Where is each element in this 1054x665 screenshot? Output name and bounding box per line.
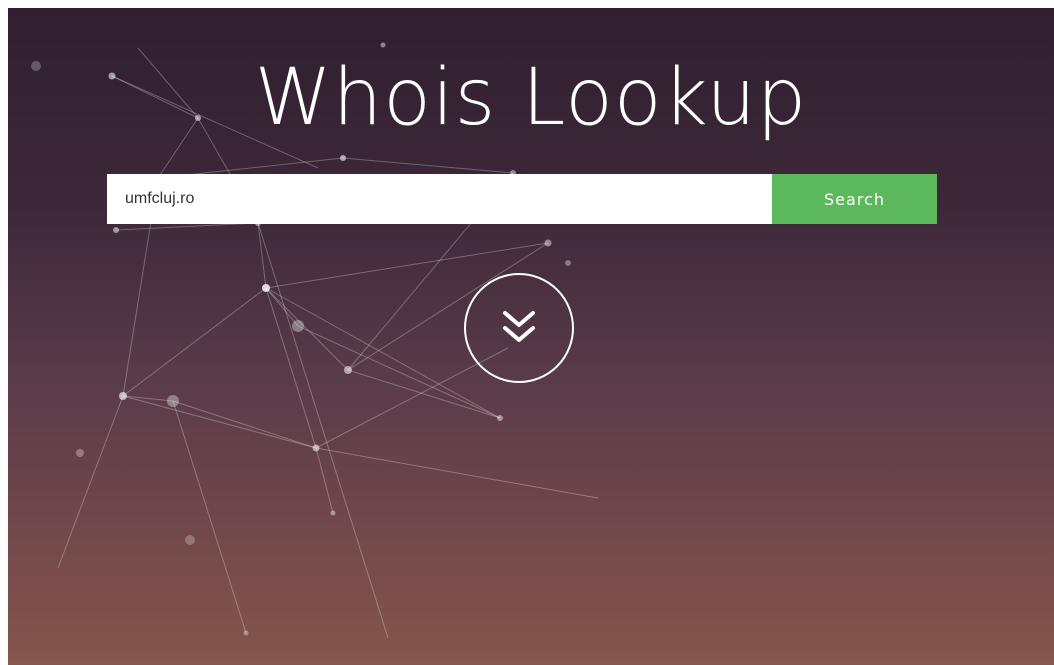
search-bar: Search <box>107 174 937 224</box>
page-title: Whois Lookup <box>254 53 808 143</box>
hero-section: Whois Lookup Search <box>8 8 1054 665</box>
page-frame: Whois Lookup Search <box>0 0 1054 665</box>
search-button[interactable]: Search <box>772 174 937 224</box>
scroll-down-button[interactable] <box>464 273 574 383</box>
search-input[interactable] <box>107 174 772 224</box>
double-chevron-down-icon <box>503 311 535 342</box>
